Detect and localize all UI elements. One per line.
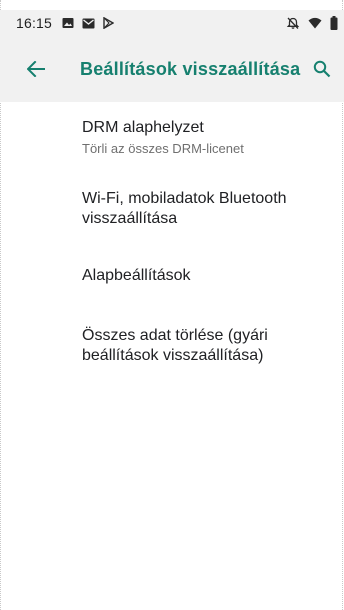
list-item-factory-reset[interactable]: Összes adat törlése (gyári beállítások v… bbox=[0, 308, 344, 384]
list-item-network-reset[interactable]: Wi-Fi, mobiladatok Bluetooth visszaállít… bbox=[0, 174, 344, 244]
list-item-title: Wi-Fi, mobiladatok Bluetooth visszaállít… bbox=[82, 190, 287, 227]
list-item-title: Összes adat törlése (gyári beállítások v… bbox=[82, 327, 268, 364]
list-item-title: Alapbeállítások bbox=[82, 267, 191, 284]
status-right-icons bbox=[286, 16, 338, 30]
battery-icon bbox=[330, 16, 338, 30]
page-title: Beállítások visszaállítása bbox=[80, 58, 301, 79]
status-time: 16:15 bbox=[16, 15, 53, 31]
list-item-drm-reset[interactable]: DRM alaphelyzet Törli az összes DRM-lice… bbox=[0, 102, 344, 174]
status-left-icons bbox=[62, 17, 115, 29]
play-store-icon bbox=[103, 17, 115, 29]
image-icon bbox=[62, 17, 74, 29]
list-item-title: DRM alaphelyzet bbox=[82, 119, 204, 136]
app-bar: Beállítások visszaállítása bbox=[0, 36, 344, 102]
arrow-back-icon[interactable] bbox=[24, 57, 48, 81]
wifi-icon bbox=[308, 17, 322, 29]
list-item-subtitle: Törli az összes DRM-licenet bbox=[82, 141, 244, 156]
reset-options-list: DRM alaphelyzet Törli az összes DRM-lice… bbox=[0, 102, 344, 384]
status-bar: 16:15 bbox=[0, 10, 344, 36]
list-item-app-preferences-reset[interactable]: Alapbeállítások bbox=[0, 244, 344, 308]
search-icon[interactable] bbox=[310, 57, 334, 81]
mail-icon bbox=[82, 18, 95, 29]
alarm-off-icon bbox=[286, 16, 300, 30]
